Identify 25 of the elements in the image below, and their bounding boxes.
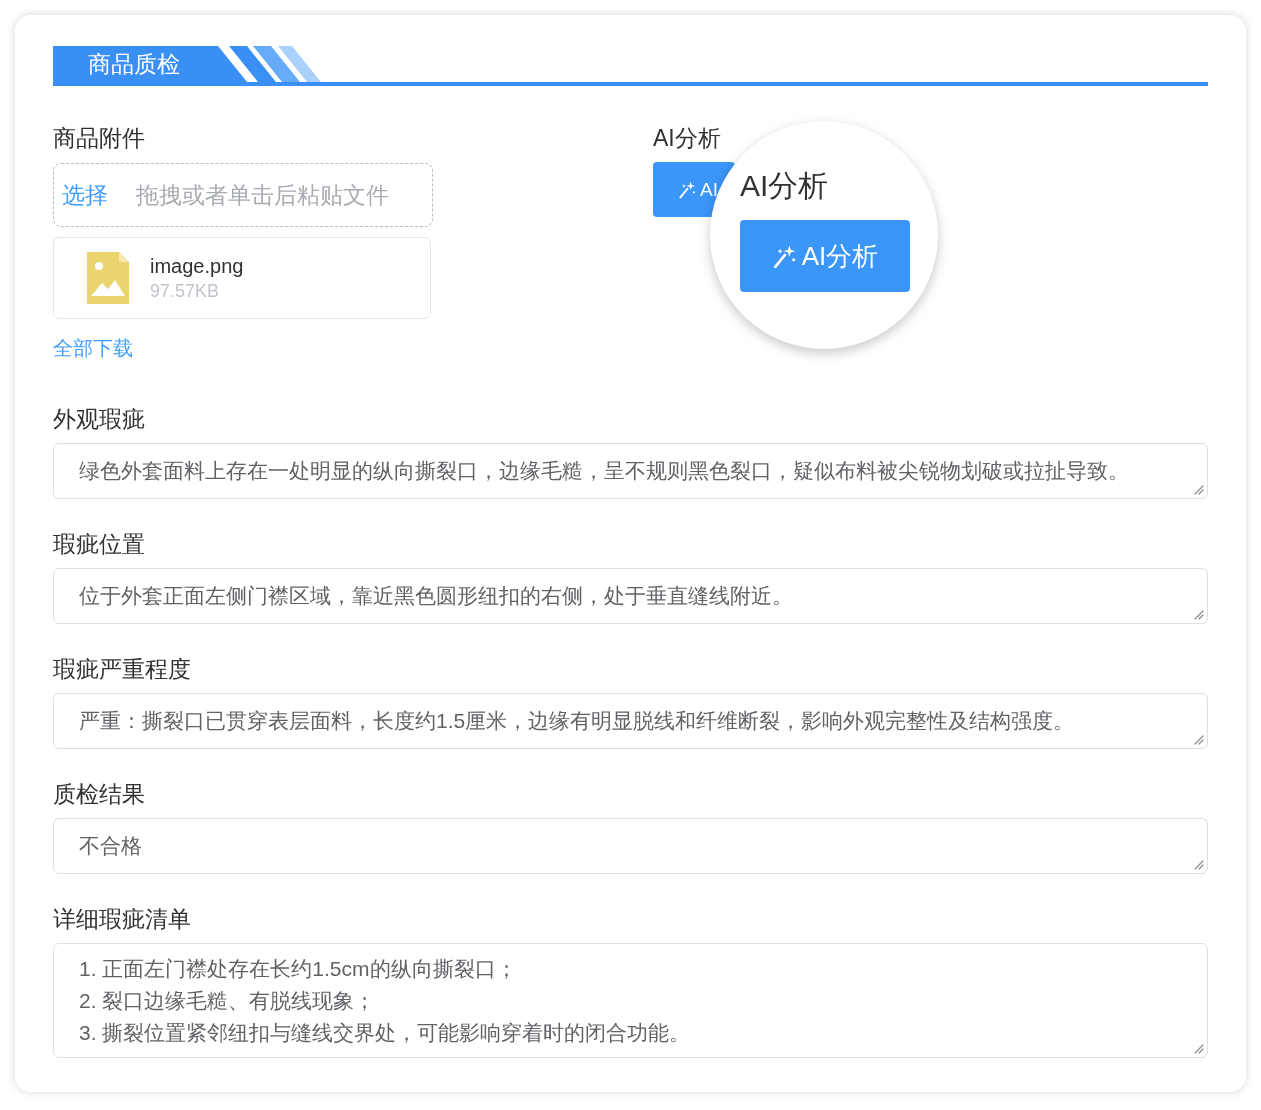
text-area[interactable]: 位于外套正面左侧门襟区域，靠近黑色圆形纽扣的右侧，处于垂直缝线附近。 [53, 568, 1208, 624]
resize-handle-icon[interactable] [1194, 1044, 1204, 1054]
text-area[interactable]: 不合格 [53, 818, 1208, 874]
text-area[interactable]: 严重：撕裂口已贯穿表层面料，长度约1.5厘米，边缘有明显脱线和纤维断裂，影响外观完整性及结构强度。 [53, 693, 1208, 749]
file-item[interactable]: image.png 97.57KB [53, 237, 431, 319]
resize-handle-icon[interactable] [1194, 610, 1204, 620]
upload-hint: 拖拽或者单击后粘贴文件 [136, 180, 389, 210]
field-label: 瑕疵位置 [53, 530, 145, 559]
field-label: 瑕疵严重程度 [53, 655, 191, 684]
field-label: 质检结果 [53, 780, 145, 809]
sparkle-wand-icon [678, 180, 697, 199]
field-label: 外观瑕疵 [53, 405, 145, 434]
field-label: AI分析 [653, 124, 721, 153]
file-size: 97.57KB [150, 280, 220, 303]
resize-handle-icon[interactable] [1194, 860, 1204, 870]
text-area[interactable]: 绿色外套面料上存在一处明显的纵向撕裂口，边缘毛糙，呈不规则黑色裂口，疑似布料被尖锐物划破或拉扯导致。 [53, 443, 1208, 499]
image-file-icon [87, 252, 129, 304]
field-label: 商品附件 [53, 124, 145, 153]
field-label: 详细瑕疵清单 [53, 905, 191, 934]
sparkle-wand-icon [771, 243, 798, 269]
magnified-label: AI分析 [740, 168, 829, 204]
text-area[interactable]: 1. 正面左门襟处存在长约1.5cm的纵向撕裂口； 2. 裂口边缘毛糙、有脱线现象； 3. 撕裂位置紧邻纽扣与缝线交界处，可能影响穿着时的闭合功能。 [53, 943, 1208, 1058]
resize-handle-icon[interactable] [1194, 485, 1204, 495]
resize-handle-icon[interactable] [1194, 735, 1204, 745]
file-name: image.png [150, 254, 244, 279]
